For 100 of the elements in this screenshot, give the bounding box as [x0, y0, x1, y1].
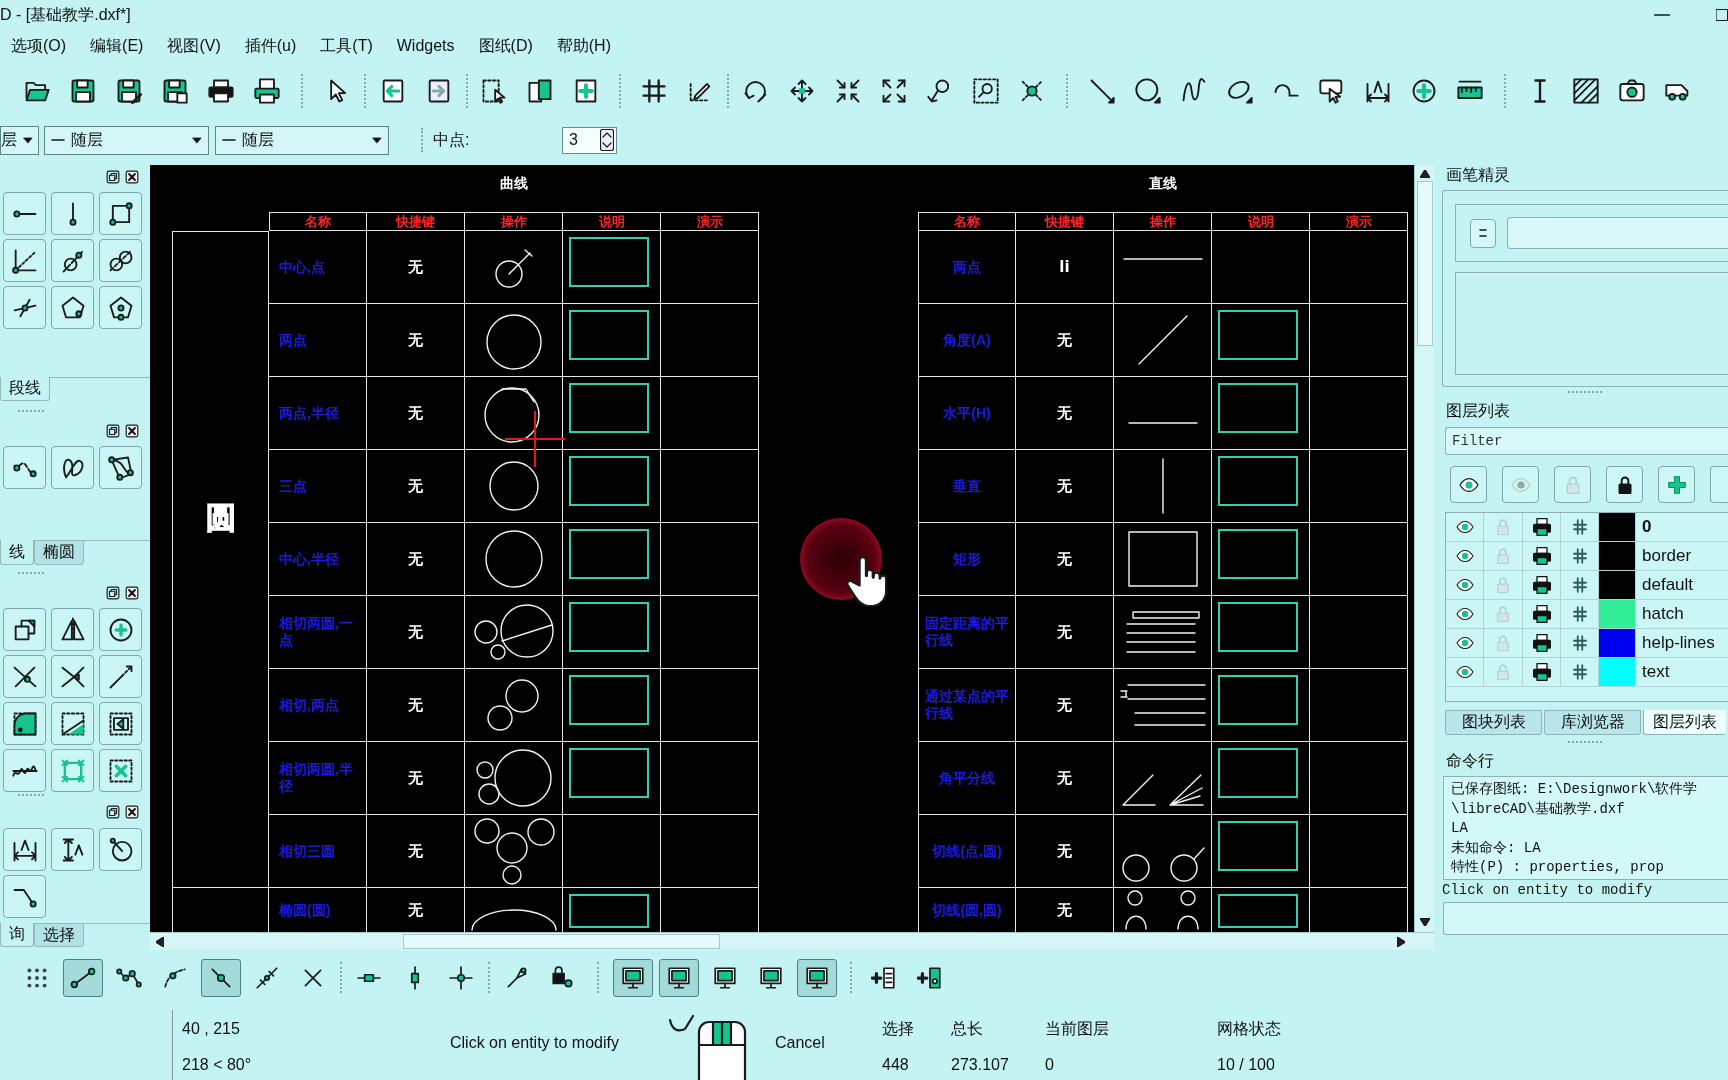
- lock-point-icon[interactable]: [550, 964, 576, 991]
- color-swatch[interactable]: [1599, 658, 1636, 686]
- toolbox-tab[interactable]: 线: [0, 540, 34, 565]
- printer-icon[interactable]: [1531, 546, 1552, 566]
- toolbox-tab[interactable]: 椭圆: [34, 540, 84, 565]
- tool-button[interactable]: [3, 192, 46, 235]
- maximize-icon[interactable]: [1716, 9, 1728, 21]
- tool-button[interactable]: [51, 446, 94, 489]
- caret-down-icon[interactable]: [23, 135, 33, 145]
- snap-distance-field[interactable]: 3: [562, 126, 617, 154]
- restore-icon[interactable]: [106, 805, 120, 819]
- dock-tab[interactable]: 图层列表: [1643, 710, 1726, 735]
- pin-point-icon[interactable]: [504, 964, 530, 991]
- printer-icon[interactable]: [1531, 662, 1552, 682]
- add-block-icon[interactable]: [917, 964, 943, 991]
- scrollbar-thumb[interactable]: [403, 934, 720, 949]
- close-icon[interactable]: [125, 805, 139, 819]
- tool-button[interactable]: [3, 655, 46, 698]
- tool-button[interactable]: [51, 239, 94, 282]
- dock-tab[interactable]: 图块列表: [1445, 710, 1542, 735]
- printer-icon[interactable]: [207, 77, 235, 105]
- tool-button[interactable]: [99, 446, 142, 489]
- tool-button[interactable]: [99, 828, 142, 871]
- tool-button[interactable]: [51, 608, 94, 651]
- spin-arrows-icon[interactable]: [600, 129, 614, 151]
- close-icon[interactable]: [125, 170, 139, 184]
- tool-button[interactable]: [3, 286, 46, 329]
- grid-icon[interactable]: [640, 77, 668, 105]
- printer-icon[interactable]: [1531, 604, 1552, 624]
- menu-button[interactable]: [1470, 218, 1496, 248]
- menu-item[interactable]: 视图(V): [162, 32, 226, 60]
- layer-name[interactable]: hatch: [1636, 604, 1728, 624]
- snap-toggle-button[interactable]: [797, 958, 837, 997]
- tool-button[interactable]: [99, 286, 142, 329]
- up-arrow-icon[interactable]: [1419, 170, 1430, 178]
- dashed-select-icon[interactable]: [480, 77, 508, 105]
- snap-toggle-button[interactable]: [63, 958, 103, 997]
- restore-icon[interactable]: [106, 424, 120, 438]
- tool-button[interactable]: [99, 608, 142, 651]
- line-sample-icon[interactable]: [51, 138, 65, 142]
- right-arrow-icon[interactable]: [1397, 936, 1405, 947]
- caret-down-icon[interactable]: [372, 135, 382, 145]
- color-swatch[interactable]: [1599, 513, 1636, 541]
- close-icon[interactable]: [125, 424, 139, 438]
- cross-restrict-icon[interactable]: [448, 964, 474, 991]
- layer-dropdown[interactable]: 层: [0, 125, 39, 155]
- layer-name[interactable]: 0: [1636, 517, 1728, 537]
- tool-button[interactable]: [99, 702, 142, 745]
- menu-item[interactable]: 图纸(D): [473, 32, 538, 60]
- diagonal-line-icon[interactable]: [1088, 77, 1116, 105]
- menu-item[interactable]: 插件(u): [239, 32, 302, 60]
- spline-polygon-icon[interactable]: [106, 453, 135, 482]
- printer-icon[interactable]: [1531, 517, 1552, 537]
- hash-icon[interactable]: [1570, 547, 1589, 565]
- hash-icon[interactable]: [1570, 605, 1589, 623]
- color-swatch[interactable]: [1599, 571, 1636, 599]
- layer-name[interactable]: default: [1636, 575, 1728, 595]
- snap-toggle-button[interactable]: [201, 958, 241, 997]
- layer-name[interactable]: help-lines: [1636, 633, 1728, 653]
- layer-name[interactable]: border: [1636, 546, 1728, 566]
- command-input-field[interactable]: [1443, 902, 1728, 935]
- wizard-input-field[interactable]: [1507, 217, 1728, 249]
- layer-name[interactable]: text: [1636, 662, 1728, 682]
- printer-preview-icon[interactable]: [253, 77, 281, 105]
- tool-button[interactable]: [51, 655, 94, 698]
- tool-button[interactable]: [3, 608, 46, 651]
- left-arrow-icon[interactable]: [156, 936, 164, 947]
- tool-button[interactable]: [99, 239, 142, 282]
- tool-button[interactable]: [99, 655, 142, 698]
- snap-toggle-button[interactable]: [613, 958, 653, 997]
- circle-icon[interactable]: [1134, 77, 1162, 105]
- menu-item[interactable]: 编辑(E): [85, 32, 149, 60]
- menu-item[interactable]: 选项(O): [6, 32, 72, 60]
- color-swatch[interactable]: [1599, 600, 1636, 628]
- line-sample-icon[interactable]: [222, 138, 236, 142]
- toolbox-tab[interactable]: 询: [0, 923, 34, 947]
- rectangle-icon[interactable]: [106, 199, 135, 228]
- restore-icon[interactable]: [106, 170, 120, 184]
- tool-button[interactable]: [51, 702, 94, 745]
- monitor-icon[interactable]: [758, 964, 784, 991]
- double-dash-icon[interactable]: [1479, 227, 1487, 239]
- monitor-icon[interactable]: [804, 964, 830, 991]
- width-dropdown[interactable]: 随层: [215, 125, 389, 155]
- show-layers-button[interactable]: [1450, 466, 1487, 503]
- lock-layers-button[interactable]: [1606, 466, 1643, 503]
- document-copy-icon[interactable]: [526, 77, 554, 105]
- tool-button[interactable]: [99, 749, 142, 792]
- tool-button[interactable]: [3, 239, 46, 282]
- printer-icon[interactable]: [1531, 575, 1552, 595]
- zoom-window-icon[interactable]: [972, 77, 1000, 105]
- caret-down-icon[interactable]: [192, 135, 202, 145]
- tool-button[interactable]: [3, 875, 46, 918]
- toolbox-tab[interactable]: 选择: [34, 923, 84, 947]
- tool-button[interactable]: [3, 702, 46, 745]
- menu-item[interactable]: 工具(T): [315, 32, 378, 60]
- printer-icon[interactable]: [1531, 633, 1552, 653]
- tool-button[interactable]: [3, 749, 46, 792]
- color-swatch[interactable]: [1599, 629, 1636, 657]
- down-arrow-icon[interactable]: [1419, 918, 1430, 926]
- horizontal-scrollbar[interactable]: [150, 932, 1434, 950]
